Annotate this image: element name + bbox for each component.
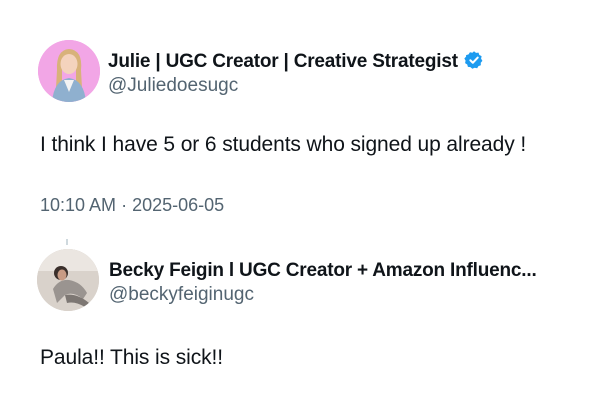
display-name-text: Becky Feigin l UGC Creator + Amazon Infl… — [109, 260, 537, 281]
user-avatar-icon — [37, 249, 99, 311]
avatar-becky[interactable] — [37, 249, 99, 311]
display-name[interactable]: Julie | UGC Creator | Creative Strategis… — [108, 50, 484, 73]
verified-badge-icon — [464, 51, 483, 69]
thread-connector — [66, 239, 68, 245]
display-name-text: Julie | UGC Creator | Creative Strategis… — [108, 51, 458, 72]
post-time: 10:10 AM — [40, 195, 117, 215]
user-avatar-icon — [38, 40, 100, 102]
separator-dot: · — [121, 195, 128, 215]
post-text: I think I have 5 or 6 students who signe… — [40, 133, 527, 156]
post-text: Paula!! This is sick!! — [40, 346, 223, 369]
thread-screenshot: Julie | UGC Creator | Creative Strategis… — [0, 0, 600, 420]
user-handle[interactable]: @beckyfeiginugc — [109, 284, 254, 306]
display-name[interactable]: Becky Feigin l UGC Creator + Amazon Infl… — [109, 260, 537, 282]
user-handle[interactable]: @Juliedoesugc — [108, 75, 238, 97]
avatar-julie[interactable] — [38, 40, 100, 102]
post-date: 2025-06-05 — [132, 195, 225, 215]
post-timestamp[interactable]: 10:10 AM · 2025-06-05 — [40, 195, 224, 216]
